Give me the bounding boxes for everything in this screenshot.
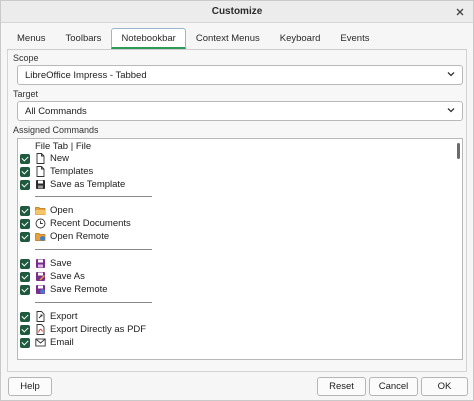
save-as-icon [36,272,45,281]
list-item-label: Save Remote [50,284,108,295]
separator [35,196,152,197]
list-item-label: Export Directly as PDF [50,324,147,335]
list-item[interactable]: Save As [20,270,85,283]
close-icon[interactable] [453,5,467,19]
list-item-label: Export [50,311,78,322]
list-item-label: New [50,153,70,164]
checkbox[interactable] [20,324,30,335]
document-icon [36,153,45,164]
assigned-commands-label: Assigned Commands [13,125,99,135]
target-label: Target [13,89,39,99]
checkbox[interactable] [20,218,30,229]
checkbox[interactable] [20,166,30,177]
list-item-label: Recent Documents [50,218,131,229]
list-item[interactable]: Export [20,310,77,323]
list-heading: File Tab | File [35,141,92,152]
tab-context-menus[interactable]: Context Menus [186,28,270,49]
list-item-label: Save as Template [50,179,126,190]
help-button[interactable]: Help [8,377,52,396]
tab-bar: Menus Toolbars Notebookbar Context Menus… [7,28,379,50]
list-item-label: Templates [50,166,94,177]
list-item-label: Open Remote [50,231,110,242]
list-item-label: Open [50,205,74,216]
folder-icon [35,207,46,215]
list-item[interactable]: Email [20,336,74,349]
list-item[interactable]: Templates [20,165,93,178]
list-item[interactable]: Open Remote [20,230,109,243]
remote-folder-icon [35,233,46,241]
list-item[interactable]: New [20,152,69,165]
reset-button[interactable]: Reset [317,377,366,396]
tab-events[interactable]: Events [330,28,379,49]
target-value: All Commands [25,106,87,117]
scope-dropdown[interactable]: LibreOffice Impress - Tabbed [17,65,463,85]
checkbox[interactable] [20,337,30,348]
pdf-icon [36,324,45,335]
tab-menus[interactable]: Menus [7,28,56,49]
customize-dialog: Customize Menus Toolbars Notebookbar Con… [0,0,474,401]
list-item-label: Email [50,337,74,348]
separator [35,249,152,250]
tab-keyboard[interactable]: Keyboard [270,28,331,49]
checkbox[interactable] [20,311,30,322]
checkbox[interactable] [20,153,30,164]
document-icon [36,166,45,177]
target-dropdown[interactable]: All Commands [17,101,463,121]
title-bar: Customize [1,1,473,23]
checkbox[interactable] [20,271,30,282]
scope-label: Scope [13,53,39,63]
list-item[interactable]: Export Directly as PDF [20,323,146,336]
checkbox[interactable] [20,258,30,269]
list-item[interactable]: Save Remote [20,283,108,296]
cancel-button[interactable]: Cancel [369,377,418,396]
checkbox[interactable] [20,231,30,242]
save-remote-icon [36,285,45,294]
list-item[interactable]: Open [20,204,73,217]
scrollbar-thumb[interactable] [457,143,460,159]
list-item-label: Save [50,258,72,269]
checkbox[interactable] [20,284,30,295]
tab-toolbars[interactable]: Toolbars [56,28,112,49]
save-icon [36,259,45,268]
list-item-label: Save As [50,271,85,282]
floppy-icon [36,180,45,189]
ok-button[interactable]: OK [421,377,468,396]
clock-icon [35,218,46,229]
list-item[interactable]: Save as Template [20,178,125,191]
email-icon [35,338,46,347]
window-title: Customize [211,6,263,17]
separator [35,302,152,303]
checkbox[interactable] [20,179,30,190]
list-item[interactable]: Recent Documents [20,217,131,230]
checkbox[interactable] [20,205,30,216]
tab-notebookbar[interactable]: Notebookbar [111,28,186,49]
chevron-down-icon [447,72,455,77]
scope-value: LibreOffice Impress - Tabbed [25,70,147,81]
export-icon [36,311,45,322]
chevron-down-icon [447,108,455,113]
assigned-commands-list[interactable]: File Tab | File New Templates Save as Te… [17,138,463,360]
list-item[interactable]: Save [20,257,72,270]
